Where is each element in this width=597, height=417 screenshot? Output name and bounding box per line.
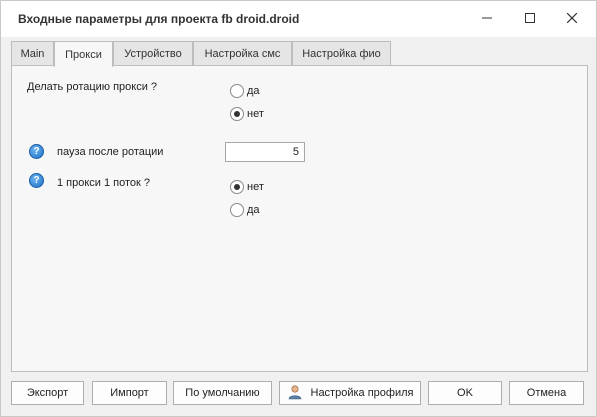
cancel-button[interactable]: Отмена bbox=[509, 381, 584, 405]
radio-label: нет bbox=[247, 108, 264, 120]
radio-button[interactable] bbox=[230, 180, 244, 194]
radio-label: да bbox=[247, 204, 260, 216]
radio-selected-dot bbox=[234, 184, 240, 190]
tab-label: Main bbox=[20, 48, 45, 60]
proxy-rotation-yes-option[interactable]: да bbox=[230, 84, 260, 98]
radio-label: да bbox=[247, 85, 260, 97]
radio-selected-dot bbox=[234, 111, 240, 117]
user-profile-icon bbox=[287, 384, 303, 403]
default-button[interactable]: По умолчанию bbox=[173, 381, 272, 405]
radio-label: нет bbox=[247, 181, 264, 193]
close-icon bbox=[566, 12, 578, 26]
profile-settings-button[interactable]: Настройка профиля bbox=[279, 381, 421, 405]
ok-button[interactable]: OK bbox=[428, 381, 502, 405]
pause-after-rotation-label: пауза после ротации bbox=[57, 146, 164, 158]
proxy-rotation-label: Делать ротацию прокси ? bbox=[27, 81, 158, 93]
tab-label: Прокси bbox=[65, 48, 102, 61]
one-proxy-one-thread-no-option[interactable]: нет bbox=[230, 180, 264, 194]
tab-name-settings[interactable]: Настройка фио bbox=[292, 41, 391, 66]
one-proxy-one-thread-label: 1 прокси 1 поток ? bbox=[57, 177, 151, 189]
tab-sms-settings[interactable]: Настройка смс bbox=[193, 41, 292, 66]
tab-label: Настройка фио bbox=[302, 48, 381, 60]
tab-main[interactable]: Main bbox=[11, 41, 54, 66]
tab-proxy[interactable]: Прокси bbox=[54, 41, 113, 67]
close-button[interactable] bbox=[549, 1, 595, 37]
maximize-icon bbox=[525, 12, 535, 26]
tab-device[interactable]: Устройство bbox=[113, 41, 193, 66]
help-icon[interactable]: ? bbox=[29, 173, 44, 188]
dialog-window: Входные параметры для проекта fb droid.d… bbox=[0, 0, 597, 417]
maximize-button[interactable] bbox=[507, 1, 553, 37]
one-proxy-one-thread-yes-option[interactable]: да bbox=[230, 203, 260, 217]
export-button[interactable]: Экспорт bbox=[11, 381, 84, 405]
window-title: Входные параметры для проекта fb droid.d… bbox=[18, 12, 300, 26]
pause-after-rotation-input[interactable] bbox=[225, 142, 305, 162]
help-icon[interactable]: ? bbox=[29, 144, 44, 159]
radio-button[interactable] bbox=[230, 84, 244, 98]
minimize-icon bbox=[482, 13, 492, 26]
minimize-button[interactable] bbox=[464, 1, 510, 37]
tab-label: Устройство bbox=[124, 48, 182, 60]
radio-button[interactable] bbox=[230, 107, 244, 121]
proxy-settings-panel: Делать ротацию прокси ? да нет ? пауза п… bbox=[11, 65, 588, 372]
proxy-rotation-no-option[interactable]: нет bbox=[230, 107, 264, 121]
import-button[interactable]: Импорт bbox=[92, 381, 167, 405]
title-bar: Входные параметры для проекта fb droid.d… bbox=[1, 1, 596, 37]
profile-settings-label: Настройка профиля bbox=[310, 387, 414, 399]
tab-label: Настройка смс bbox=[204, 48, 281, 60]
radio-button[interactable] bbox=[230, 203, 244, 217]
